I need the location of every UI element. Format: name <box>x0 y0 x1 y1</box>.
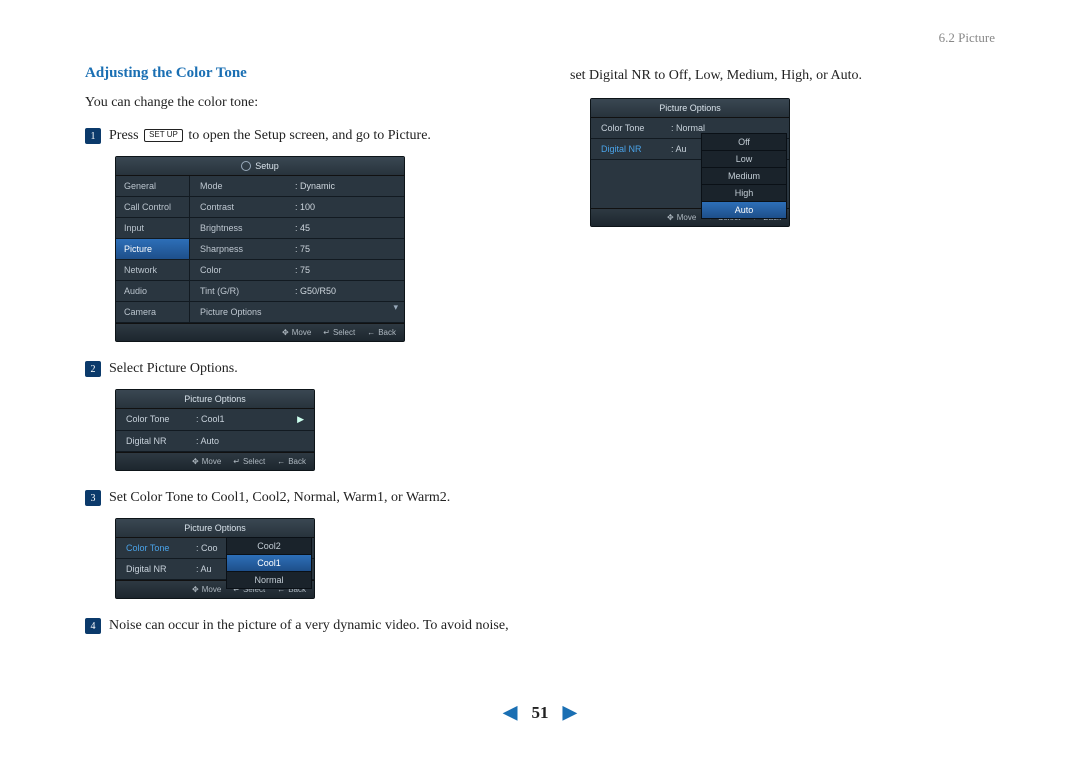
sidebar-item-general[interactable]: General <box>116 176 189 197</box>
osd-title-text: Setup <box>255 161 279 171</box>
osd2-title: Picture Options <box>184 394 246 404</box>
next-page-button[interactable]: ▶ <box>553 702 587 722</box>
row-mode[interactable]: Mode: Dynamic <box>190 176 404 197</box>
osd-picture-options-3: Picture Options Color Tone: Normal Digit… <box>590 98 790 227</box>
row-contrast[interactable]: Contrast: 100 <box>190 197 404 218</box>
step-2: 2 Select Picture Options. <box>85 358 535 379</box>
popup-item-cool1[interactable]: Cool1 <box>227 555 311 572</box>
popup-item-normal[interactable]: Normal <box>227 572 311 588</box>
row-colortone[interactable]: Color Tone: Cool1▶ <box>116 409 314 431</box>
row-picture-options[interactable]: Picture Options <box>190 302 404 323</box>
osd-picture-options-1: Picture Options Color Tone: Cool1▶ Digit… <box>115 389 315 471</box>
osd3-title: Picture Options <box>184 523 246 533</box>
colortone-popup: Cool2 Cool1 Normal <box>226 537 312 589</box>
row-tint[interactable]: Tint (G/R): G50/R50 <box>190 281 404 302</box>
sidebar-item-audio[interactable]: Audio <box>116 281 189 302</box>
sidebar-item-camera[interactable]: Camera <box>116 302 189 323</box>
osd-picture-options-2: Picture Options Color Tone: Coo Digital … <box>115 518 315 599</box>
chevron-right-icon: ▶ <box>297 414 304 425</box>
breadcrumb: 6.2 Picture <box>939 30 995 46</box>
popup-item-off[interactable]: Off <box>702 134 786 151</box>
popup-item-medium[interactable]: Medium <box>702 168 786 185</box>
digitalnr-popup: Off Low Medium High Auto <box>701 133 787 219</box>
hint-move: ✥ Move <box>667 213 696 222</box>
step-badge-3: 3 <box>85 490 101 506</box>
hint-back: ← Back <box>367 328 396 337</box>
hint-move: ✥ Move <box>192 457 221 466</box>
step1-text-a: Press <box>109 128 139 143</box>
step-3: 3 Set Color Tone to Cool1, Cool2, Normal… <box>85 487 535 508</box>
row-brightness[interactable]: Brightness: 45 <box>190 218 404 239</box>
step-4: 4 Noise can occur in the picture of a ve… <box>85 615 535 636</box>
section-heading: Adjusting the Color Tone <box>85 65 535 82</box>
step4-text: Noise can occur in the picture of a very… <box>109 615 509 636</box>
hint-back: ← Back <box>277 457 306 466</box>
step2-text: Select Picture Options. <box>109 358 238 379</box>
popup-item-low[interactable]: Low <box>702 151 786 168</box>
page-number: 51 <box>532 703 549 722</box>
step-1: 1 Press SET UP to open the Setup screen,… <box>85 125 535 146</box>
sidebar-item-input[interactable]: Input <box>116 218 189 239</box>
popup-item-auto[interactable]: Auto <box>702 202 786 218</box>
chevron-down-icon: ▾ <box>393 302 398 313</box>
hint-move: ✥ Move <box>192 585 221 594</box>
step3-text: Set Color Tone to Cool1, Cool2, Normal, … <box>109 487 450 508</box>
step-badge-1: 1 <box>85 128 101 144</box>
step-badge-2: 2 <box>85 361 101 377</box>
row-color[interactable]: Color: 75 <box>190 260 404 281</box>
osd4-title: Picture Options <box>659 103 721 113</box>
hint-select: ↵ Select <box>323 328 355 337</box>
osd-setup-panel: Setup General Call Control Input Picture… <box>115 156 405 342</box>
sidebar-item-callcontrol[interactable]: Call Control <box>116 197 189 218</box>
popup-item-cool2[interactable]: Cool2 <box>227 538 311 555</box>
gear-icon <box>241 161 251 171</box>
sidebar-item-picture[interactable]: Picture <box>116 239 189 260</box>
step1-text-b: to open the Setup screen, and go to Pict… <box>188 128 431 143</box>
prev-page-button[interactable]: ◀ <box>493 702 527 722</box>
sidebar-item-network[interactable]: Network <box>116 260 189 281</box>
setup-key-icon: SET UP <box>144 129 183 142</box>
hint-move: ✥ Move <box>282 328 311 337</box>
intro-text: You can change the color tone: <box>85 92 535 113</box>
row-digitalnr[interactable]: Digital NR: Auto <box>116 431 314 452</box>
hint-select: ↵ Select <box>233 457 265 466</box>
osd-title: Setup <box>116 157 404 176</box>
row-sharpness[interactable]: Sharpness: 75 <box>190 239 404 260</box>
popup-item-high[interactable]: High <box>702 185 786 202</box>
step-badge-4: 4 <box>85 618 101 634</box>
page-navigation: ◀ 51 ▶ <box>0 702 1080 723</box>
right-column-text: set Digital NR to Off, Low, Medium, High… <box>570 65 1000 86</box>
